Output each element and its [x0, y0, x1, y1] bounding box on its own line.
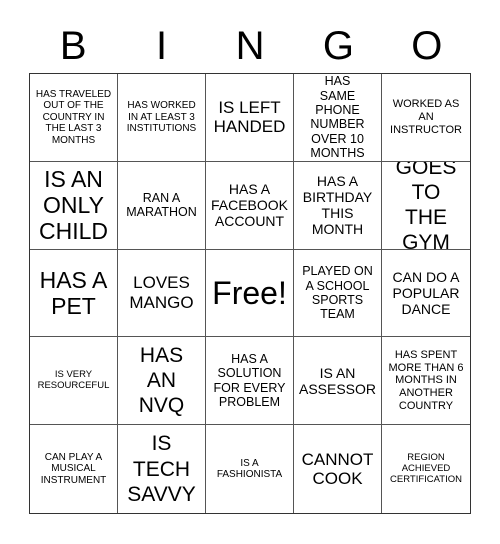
bingo-card-grid: HAS TRAVELED OUT OF THE COUNTRY IN THE L… — [29, 73, 471, 514]
bingo-cell-text: HAS A BIRTHDAY THIS MONTH — [302, 173, 373, 238]
bingo-cell[interactable]: HAS A BIRTHDAY THIS MONTH — [294, 161, 382, 250]
bingo-cell-text: WORKED AS AN INSTRUCTOR — [390, 98, 462, 136]
bingo-cell-text: CANNOT COOK — [301, 449, 374, 489]
bingo-cell[interactable]: GOES TO THE GYM — [382, 162, 470, 250]
bingo-cell-text: HAS A FACEBOOK ACCOUNT — [210, 181, 289, 230]
bingo-cell[interactable]: HAS WORKED IN AT LEAST 3 INSTITUTIONS — [118, 74, 206, 162]
bingo-cell[interactable]: CAN DO A POPULAR DANCE — [382, 250, 470, 338]
bingo-cell[interactable]: HAS A SOLUTION FOR EVERY PROBLEM — [206, 337, 294, 426]
bingo-cell[interactable]: HAS SPENT MORE THAN 6 MONTHS IN ANOTHER … — [382, 337, 470, 426]
bingo-header: B I N G O — [29, 20, 471, 72]
bingo-cell-text: IS AN ONLY CHILD — [39, 165, 109, 245]
bingo-cell-text: IS VERY RESOURCEFUL — [37, 368, 110, 391]
bingo-cell[interactable]: WORKED AS AN INSTRUCTOR — [382, 74, 470, 162]
bingo-cell[interactable]: HAS SAME PHONE NUMBER OVER 10 MONTHS — [294, 74, 382, 162]
bingo-cell[interactable]: IS AN ONLY CHILD — [30, 161, 118, 250]
bingo-cell-text: RAN A MARATHON — [126, 190, 197, 220]
bingo-cell[interactable]: HAS A FACEBOOK ACCOUNT — [206, 161, 294, 250]
bingo-cell-text: IS LEFT HANDED — [213, 97, 286, 137]
bingo-cell[interactable]: LOVES MANGO — [118, 249, 206, 338]
bingo-cell[interactable]: REGION ACHIEVED CERTIFICATION — [382, 425, 470, 513]
bingo-cell[interactable]: IS AN ASSESSOR — [294, 337, 382, 426]
bingo-cell-text: GOES TO THE GYM — [395, 161, 457, 250]
bingo-cell-text: LOVES MANGO — [129, 273, 194, 312]
bingo-cell[interactable]: IS VERY RESOURCEFUL — [30, 337, 118, 426]
bingo-cell[interactable]: HAS TRAVELED OUT OF THE COUNTRY IN THE L… — [30, 74, 118, 162]
bingo-cell[interactable]: HAS A PET — [30, 249, 118, 338]
header-letter-i: I — [156, 24, 168, 68]
bingo-cell[interactable]: IS LEFT HANDED — [206, 74, 294, 162]
bingo-cell-text: CAN PLAY A MUSICAL INSTRUMENT — [40, 451, 107, 486]
header-letter-g: G — [322, 24, 354, 68]
bingo-cell-text: PLAYED ON A SCHOOL SPORTS TEAM — [302, 264, 373, 322]
bingo-cell-text: HAS SAME PHONE NUMBER OVER 10 MONTHS — [310, 74, 365, 161]
header-letter-b: B — [59, 24, 87, 68]
bingo-cell-text: HAS A SOLUTION FOR EVERY PROBLEM — [213, 352, 286, 410]
bingo-cell[interactable]: PLAYED ON A SCHOOL SPORTS TEAM — [294, 249, 382, 338]
free-space-cell[interactable]: Free! — [206, 249, 294, 338]
bingo-cell-text: HAS WORKED IN AT LEAST 3 INSTITUTIONS — [126, 100, 197, 135]
bingo-cell[interactable]: IS TECH SAVVY — [118, 425, 206, 513]
bingo-cell[interactable]: CAN PLAY A MUSICAL INSTRUMENT — [30, 425, 118, 513]
bingo-cell[interactable]: CANNOT COOK — [294, 425, 382, 513]
bingo-cell[interactable]: RAN A MARATHON — [118, 161, 206, 250]
bingo-cell[interactable]: IS A FASHIONISTA — [206, 425, 294, 513]
bingo-cell-text: CAN DO A POPULAR DANCE — [392, 268, 460, 318]
bingo-cell-text: IS A FASHIONISTA — [216, 457, 283, 481]
bingo-cell-text: IS AN ASSESSOR — [298, 364, 377, 397]
free-space-text: Free! — [212, 274, 287, 311]
header-letter-o: O — [411, 24, 443, 68]
bingo-cell-text: HAS AN NVQ — [138, 344, 185, 418]
bingo-cell-text: HAS SPENT MORE THAN 6 MONTHS IN ANOTHER … — [388, 349, 464, 412]
bingo-cell-text: HAS A PET — [39, 266, 108, 319]
header-letter-n: N — [235, 24, 265, 68]
bingo-cell-text: HAS TRAVELED OUT OF THE COUNTRY IN THE L… — [35, 88, 112, 146]
bingo-cell-text: IS TECH SAVVY — [127, 432, 196, 506]
bingo-cell[interactable]: HAS AN NVQ — [118, 337, 206, 426]
bingo-cell-text: REGION ACHIEVED CERTIFICATION — [390, 451, 462, 485]
